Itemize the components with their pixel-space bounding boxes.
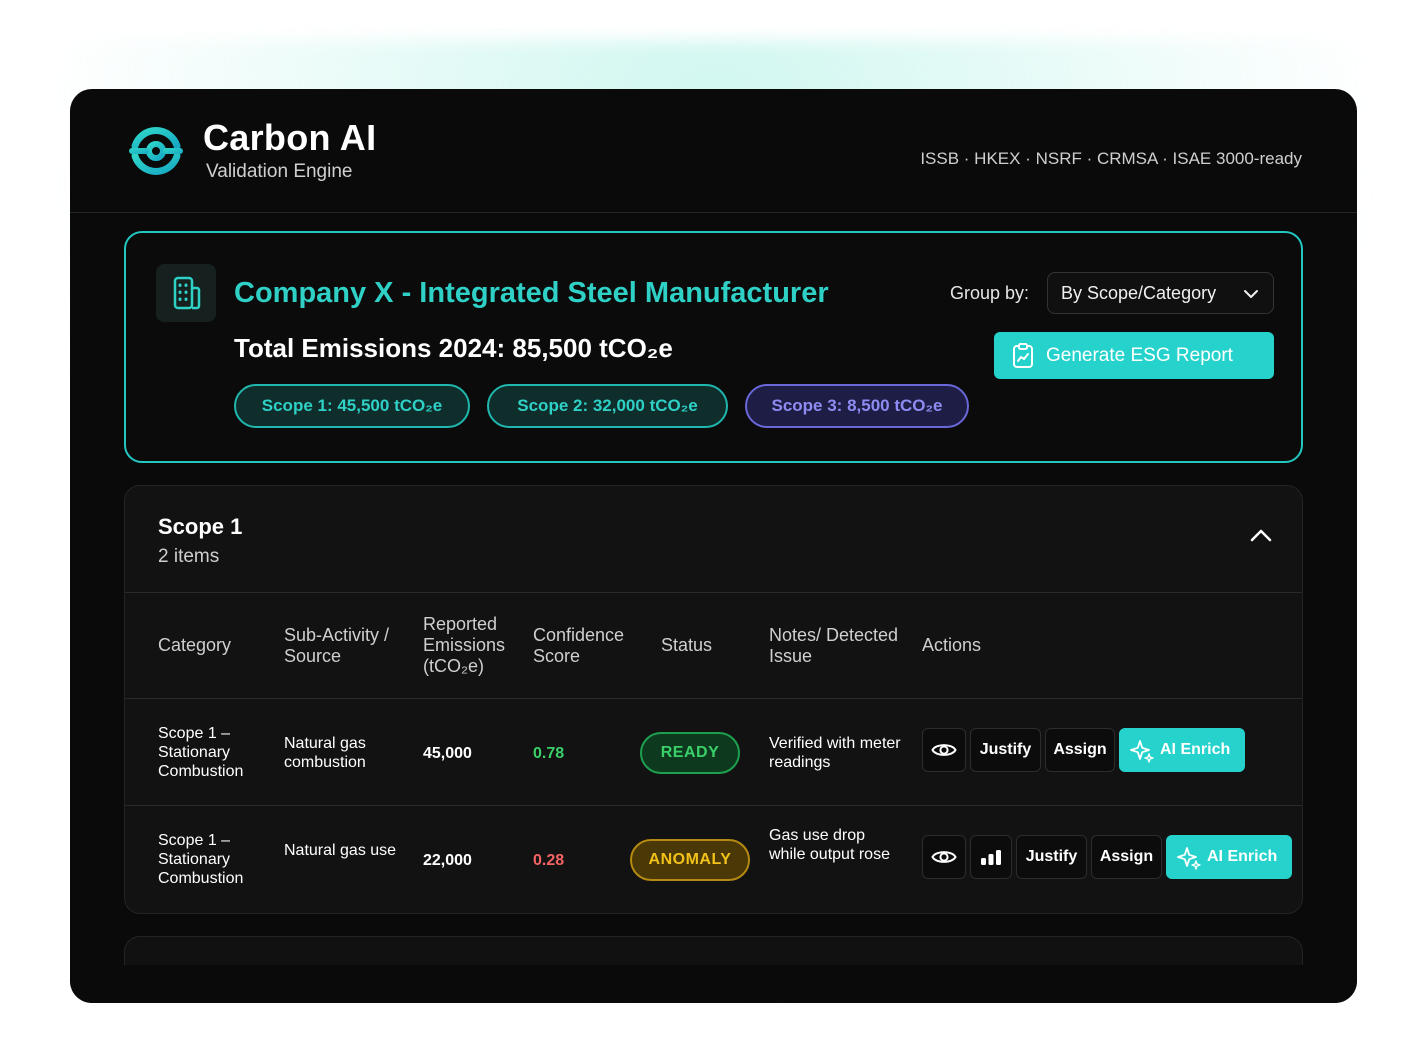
- row-confidence: 0.28: [533, 852, 565, 869]
- analytics-button[interactable]: [970, 835, 1012, 879]
- bottom-fade: [70, 965, 1357, 1003]
- view-button[interactable]: [922, 835, 966, 879]
- group-by-select[interactable]: By Scope/Category: [1047, 272, 1274, 314]
- app-window: Carbon AI Validation Engine ISSB · HKEX …: [70, 89, 1357, 1003]
- divider: [125, 698, 1302, 699]
- chevron-down-icon: [1244, 290, 1258, 298]
- row-emissions: 45,000: [423, 745, 472, 762]
- row-notes: Gas use drop while output rose: [769, 827, 890, 863]
- row-category: Scope 1 – Stationary Combustion: [158, 725, 244, 780]
- ai-enrich-label: AI Enrich: [1160, 741, 1231, 758]
- clipboard-icon: [1013, 343, 1033, 368]
- ai-enrich-label: AI Enrich: [1207, 848, 1278, 865]
- group-by-value: By Scope/Category: [1061, 282, 1217, 303]
- standards-list: ISSB · HKEX · NSRF · CRMSA · ISAE 3000-r…: [920, 149, 1302, 168]
- sparkle-icon: [1130, 740, 1154, 763]
- building-icon: [156, 264, 216, 322]
- column-header-status: Status: [661, 635, 713, 655]
- scope-section: Scope 1 2 items Category Sub-Activity / …: [124, 485, 1303, 914]
- view-button[interactable]: [922, 728, 966, 772]
- column-header-category: Category: [158, 635, 232, 655]
- total-emissions: Total Emissions 2024: 85,500 tCO₂e: [234, 333, 673, 363]
- status-badge: ANOMALY: [630, 839, 750, 881]
- scope-item-count: 2 items: [158, 546, 220, 567]
- eye-icon: [931, 851, 957, 863]
- row-source: Natural gas combustion: [284, 735, 366, 771]
- eye-icon: [931, 744, 957, 756]
- app-header: Carbon AI Validation Engine ISSB · HKEX …: [70, 89, 1357, 213]
- brand-subtitle: Validation Engine: [206, 161, 353, 182]
- chevron-up-icon[interactable]: [1250, 528, 1272, 542]
- sparkle-icon: [1177, 847, 1201, 870]
- assign-button[interactable]: Assign: [1045, 728, 1115, 772]
- carbon-logo-icon: [129, 127, 183, 175]
- column-header-notes: Notes/ Detected Issue: [769, 625, 899, 666]
- scope-title: Scope 1: [158, 514, 243, 539]
- status-badge: READY: [640, 732, 740, 774]
- bar-chart-icon: [981, 850, 1001, 865]
- company-summary-card: Company X - Integrated Steel Manufacture…: [124, 231, 1303, 463]
- scope-3-pill[interactable]: Scope 3: 8,500 tCO₂e: [745, 384, 969, 428]
- row-source: Natural gas use: [284, 842, 397, 859]
- divider: [125, 592, 1302, 593]
- row-notes: Verified with meter readings: [769, 735, 901, 771]
- row-category: Scope 1 – Stationary Combustion: [158, 832, 244, 887]
- justify-button[interactable]: Justify: [970, 728, 1041, 772]
- row-confidence: 0.78: [533, 745, 565, 762]
- column-header-actions: Actions: [922, 635, 982, 655]
- generate-esg-report-button[interactable]: Generate ESG Report: [994, 332, 1274, 379]
- generate-esg-report-label: Generate ESG Report: [1046, 344, 1233, 366]
- scope-1-pill[interactable]: Scope 1: 45,500 tCO₂e: [234, 384, 470, 428]
- brand-title: Carbon AI: [203, 117, 377, 158]
- divider: [125, 805, 1302, 806]
- scope-2-pill[interactable]: Scope 2: 32,000 tCO₂e: [487, 384, 728, 428]
- company-name: Company X - Integrated Steel Manufacture…: [234, 277, 829, 309]
- justify-button[interactable]: Justify: [1016, 835, 1087, 879]
- column-header-confidence: Confidence Score: [533, 625, 625, 666]
- ai-enrich-button[interactable]: AI Enrich: [1166, 835, 1292, 879]
- assign-button[interactable]: Assign: [1091, 835, 1162, 879]
- ai-enrich-button[interactable]: AI Enrich: [1119, 728, 1245, 772]
- column-header-emissions: Reported Emissions (tCO₂e): [423, 614, 506, 676]
- column-header-source: Sub-Activity / Source: [284, 625, 390, 666]
- group-by-label: Group by:: [950, 283, 1030, 303]
- row-emissions: 22,000: [423, 852, 472, 869]
